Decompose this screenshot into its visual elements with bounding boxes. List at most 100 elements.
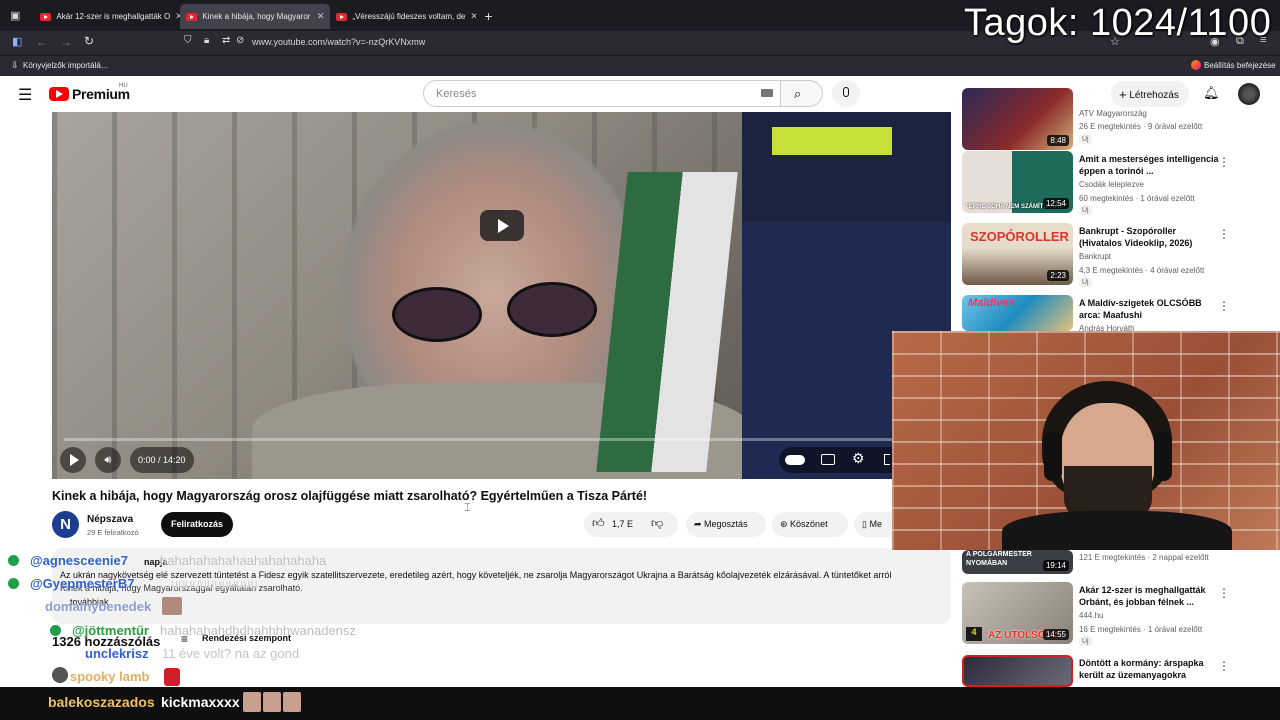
share-button[interactable]: ➦ Megosztás bbox=[686, 512, 766, 537]
sidebar-video-5[interactable]: A POLGÁRMESTER NYOMÁBAN 19:14 121 E megt… bbox=[962, 550, 1272, 574]
reload-icon[interactable]: ↻ bbox=[84, 34, 94, 48]
headphones bbox=[1044, 431, 1062, 481]
chat-emote bbox=[164, 668, 180, 686]
tab-close-icon[interactable]: ✕ bbox=[470, 11, 476, 22]
video-channel[interactable]: ATV Magyarország bbox=[1079, 109, 1147, 118]
bottom-username-2: kickmaxxxx bbox=[161, 694, 240, 710]
youtube-logo-icon[interactable] bbox=[49, 87, 69, 101]
shield-icon[interactable]: ⛉ bbox=[184, 35, 192, 46]
settings-gear-icon[interactable]: ⚙ bbox=[852, 450, 865, 467]
video-thumbnail[interactable] bbox=[962, 655, 1073, 687]
channel-name[interactable]: Népszava bbox=[87, 514, 133, 525]
video-thumbnail[interactable]: "ERRE SOHA NEM SZÁMÍTOTTAK" 12:54 bbox=[962, 151, 1073, 213]
chat-message: hahahahahahaahahahahaha bbox=[160, 553, 327, 568]
video-meta: 26 E megtekintés · 9 órával ezelőtt bbox=[1079, 122, 1203, 131]
keyboard-icon[interactable] bbox=[761, 89, 773, 97]
sidebar-video-2[interactable]: "ERRE SOHA NEM SZÁMÍTOTTAK" 12:54 Amit a… bbox=[962, 151, 1272, 215]
play-button[interactable] bbox=[60, 447, 86, 473]
autoplay-toggle[interactable] bbox=[785, 455, 805, 465]
subtitles-icon[interactable] bbox=[821, 454, 835, 465]
video-thumbnail[interactable]: AZ UTOLSÓ DR 4 14:55 bbox=[962, 582, 1073, 644]
sidebar-video-6[interactable]: AZ UTOLSÓ DR 4 14:55 Akár 12-szer is meg… bbox=[962, 582, 1272, 646]
sidebar-video-1[interactable]: 8:48 ATV Magyarország 26 E megtekintés ·… bbox=[962, 88, 1272, 150]
tracking-icon[interactable]: ⊘ bbox=[236, 35, 244, 46]
share-label: Megosztás bbox=[704, 519, 748, 529]
video-meta: 4,3 E megtekintés · 4 órával ezelőtt bbox=[1079, 266, 1205, 275]
video-channel[interactable]: Csodák leleplezve bbox=[1079, 180, 1144, 189]
cursor-icon: ⌶ bbox=[464, 502, 471, 514]
sidebar-video-7[interactable]: Döntött a kormány: árspapka került az üz… bbox=[962, 655, 1272, 687]
chat-badge-icon bbox=[8, 578, 19, 589]
member-count-overlay: Tagok: 1024/1100 bbox=[964, 2, 1272, 44]
video-title[interactable]: Akár 12-szer is meghallgatták Orbánt, és… bbox=[1079, 584, 1219, 608]
subscriber-count: 29 E feliratkozó bbox=[87, 528, 139, 537]
video-player[interactable]: 🔊︎ 0:00 / 14:20 ⚙ bbox=[52, 112, 951, 479]
address-bar[interactable]: www.youtube.com/watch?v=-nzQrKVNxmw bbox=[252, 37, 425, 47]
more-actions-button[interactable]: ▯ Me bbox=[854, 512, 892, 537]
tab-label: „Véresszájú fideszes voltam, de bbox=[352, 12, 466, 21]
back-icon[interactable]: ← bbox=[36, 35, 48, 49]
dislike-button[interactable]: 👎︎ bbox=[651, 516, 663, 531]
more-options-icon[interactable]: ⋮ bbox=[1218, 299, 1230, 313]
more-options-icon[interactable]: ⋮ bbox=[1218, 155, 1230, 169]
video-channel[interactable]: 444.hu bbox=[1079, 611, 1103, 620]
stream-bottom-bar: balekoszazados kickmaxxxx bbox=[0, 687, 1280, 720]
volume-button[interactable]: 🔊︎ bbox=[95, 447, 121, 473]
like-button[interactable]: 👍︎ bbox=[592, 516, 605, 531]
video-duration: 14:55 bbox=[1042, 629, 1069, 640]
finish-setup-link[interactable]: Beállítás befejezése bbox=[1204, 61, 1276, 70]
new-badge: Új bbox=[1079, 135, 1092, 144]
chat-badge-icon bbox=[50, 625, 61, 636]
lock-icon[interactable]: 🔒︎ bbox=[204, 35, 209, 46]
new-tab-button[interactable]: + bbox=[484, 8, 492, 24]
sidebar-video-3[interactable]: SZOPÓROLLER 2:23 Bankrupt - Szopóroller … bbox=[962, 223, 1272, 287]
sidebar-toggle-icon[interactable]: ◧ bbox=[12, 35, 22, 48]
permissions-icon[interactable]: ⇄ bbox=[222, 35, 230, 46]
comment-avatar[interactable] bbox=[52, 667, 68, 683]
tab-list-icon[interactable]: ▣ bbox=[10, 9, 20, 22]
tab-close-icon[interactable]: ✕ bbox=[317, 11, 325, 22]
video-thumbnail[interactable]: Maldives bbox=[962, 295, 1073, 331]
hamburger-menu-icon[interactable]: ☰ bbox=[18, 85, 32, 105]
more-options-icon[interactable]: ⋮ bbox=[1218, 586, 1230, 600]
streamer-webcam bbox=[892, 331, 1280, 550]
play-overlay-button[interactable] bbox=[480, 210, 524, 241]
browser-tab-3[interactable]: „Véresszájú fideszes voltam, de ✕ bbox=[330, 4, 476, 29]
chat-username: spooky lamb bbox=[70, 669, 150, 684]
video-thumbnail[interactable]: A POLGÁRMESTER NYOMÁBAN 19:14 bbox=[962, 550, 1073, 574]
miniplayer-icon[interactable] bbox=[884, 454, 890, 465]
voice-search-button[interactable] bbox=[832, 80, 860, 107]
subscribe-button[interactable]: Feliratkozás bbox=[161, 512, 233, 537]
browser-tab-2[interactable]: Kinek a hibája, hogy Magyaror ✕ bbox=[180, 4, 331, 29]
new-badge: Új bbox=[1079, 206, 1092, 215]
video-title[interactable]: A Maldív-szigetek OLCSÓBB arca: Maafushi bbox=[1079, 297, 1219, 321]
chat-username: @GyepmesterB7 bbox=[30, 576, 135, 591]
video-thumbnail[interactable]: 8:48 bbox=[962, 88, 1073, 150]
more-options-icon[interactable]: ⋮ bbox=[1218, 227, 1230, 241]
forward-icon[interactable]: → bbox=[60, 35, 72, 49]
emote-icon bbox=[283, 692, 301, 712]
tab-label: Akár 12-szer is meghallgatták O bbox=[56, 12, 171, 21]
import-bookmarks-link[interactable]: Könyvjelzők importálá... bbox=[23, 61, 107, 70]
video-duration: 12:54 bbox=[1042, 198, 1069, 209]
progress-bar[interactable] bbox=[64, 438, 934, 441]
video-channel[interactable]: Bankrupt bbox=[1079, 252, 1111, 261]
video-title[interactable]: Bankrupt - Szopóroller (Hivatalos Videok… bbox=[1079, 225, 1219, 249]
video-thumbnail[interactable]: SZOPÓROLLER 2:23 bbox=[962, 223, 1073, 285]
new-badge: Új bbox=[1079, 278, 1092, 287]
sidebar-video-4[interactable]: Maldives A Maldív-szigetek OLCSÓBB arca:… bbox=[962, 295, 1272, 333]
channel-avatar[interactable]: N bbox=[52, 511, 79, 538]
bottom-username-1: balekoszazados bbox=[48, 694, 155, 710]
search-input[interactable]: Keresés bbox=[423, 80, 781, 107]
search-button[interactable]: ⌕ bbox=[781, 80, 823, 107]
thanks-button[interactable]: ⊛ Köszönet bbox=[772, 512, 848, 537]
play-icon bbox=[498, 219, 509, 233]
emote-icon bbox=[263, 692, 281, 712]
video-title[interactable]: Amit a mesterséges intelligencia éppen a… bbox=[1079, 153, 1219, 177]
like-count: 1,7 E bbox=[612, 519, 634, 529]
video-title[interactable]: Döntött a kormány: árspapka került az üz… bbox=[1079, 657, 1219, 681]
more-options-icon[interactable]: ⋮ bbox=[1218, 659, 1230, 673]
youtube-favicon-icon bbox=[336, 12, 348, 21]
chat-username: @agnesceenie7 bbox=[30, 553, 128, 568]
browser-tab-1[interactable]: Akár 12-szer is meghallgatták O ✕ bbox=[34, 4, 180, 29]
